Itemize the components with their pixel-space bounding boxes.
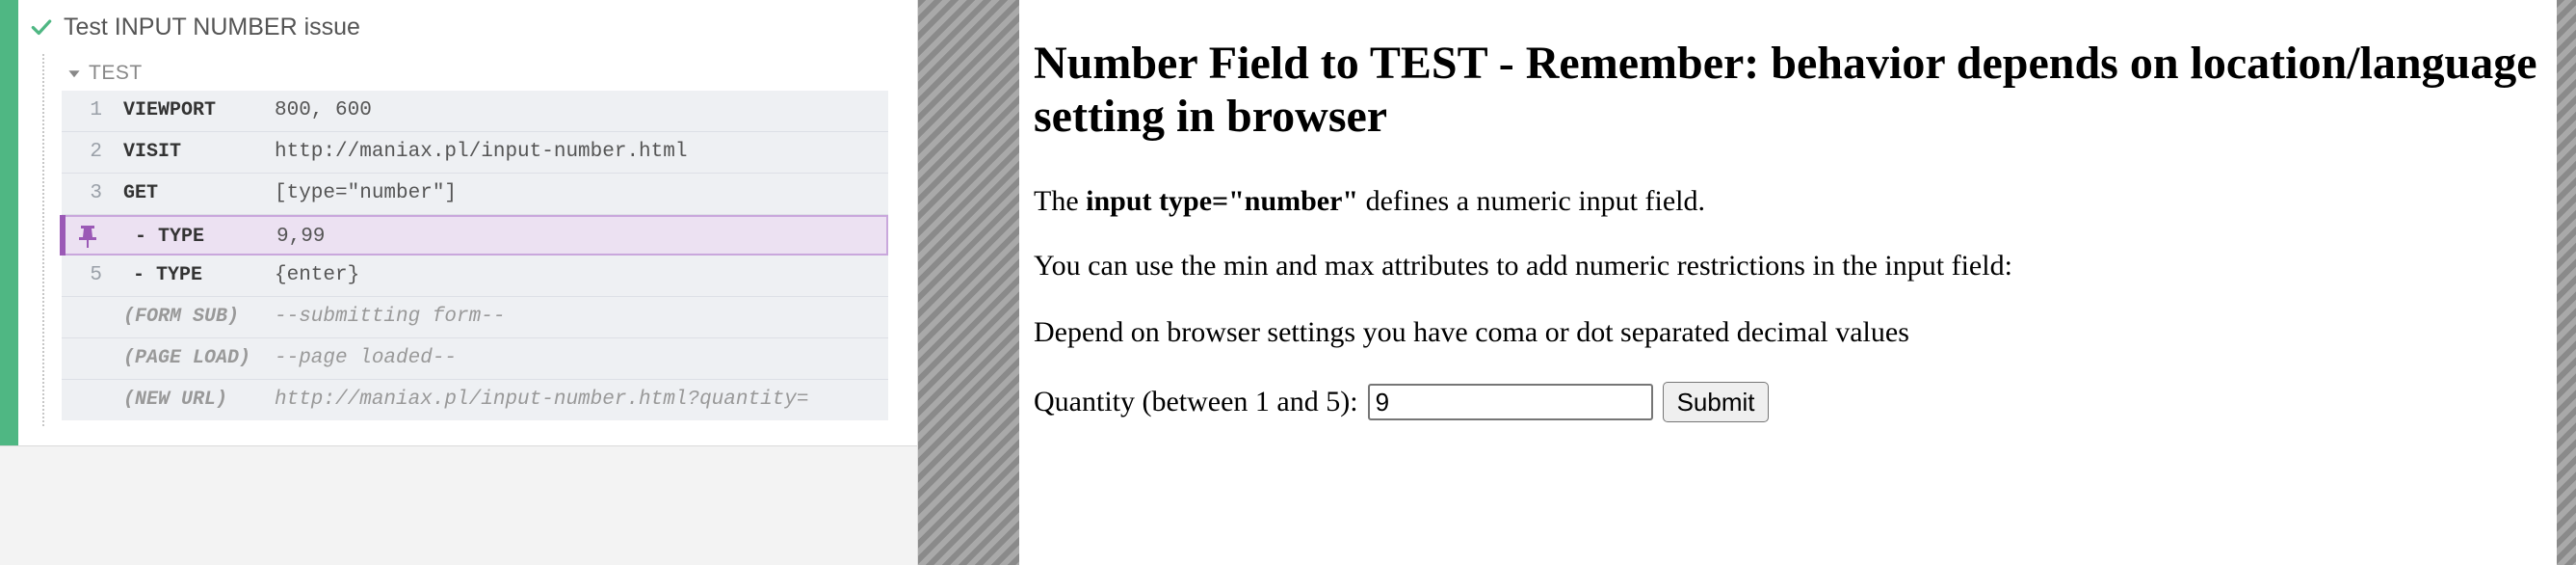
command-row[interactable]: 2 VISIT http://maniax.pl/input-number.ht… xyxy=(62,132,888,174)
intro-text-start: The xyxy=(1034,185,1087,217)
quantity-label: Quantity (between 1 and 5): xyxy=(1034,386,1358,417)
test-passed-indicator xyxy=(0,0,18,445)
command-message: {enter} xyxy=(275,264,360,286)
command-row[interactable]: 5 - TYPE {enter} xyxy=(62,256,888,297)
command-message: 800, 600 xyxy=(275,99,372,121)
command-number: 3 xyxy=(90,182,102,204)
caret-down-icon xyxy=(68,70,80,78)
event-message: http://maniax.pl/input-number.html?quant… xyxy=(275,389,809,411)
command-name: - TYPE xyxy=(135,226,205,248)
page-heading: Number Field to TEST - Remember: behavio… xyxy=(1034,38,2537,142)
command-message: 9,99 xyxy=(276,226,326,248)
test-panel: Test INPUT NUMBER issue TEST 1 VIEWPORT … xyxy=(0,0,917,446)
event-row-new-url[interactable]: (NEW URL) http://maniax.pl/input-number.… xyxy=(62,380,888,420)
event-row-page-load[interactable]: (PAGE LOAD) --page loaded-- xyxy=(62,338,888,380)
event-message: --submitting form-- xyxy=(275,306,506,328)
command-row-pinned[interactable]: - TYPE 9,99 xyxy=(60,215,888,256)
decimal-paragraph: Depend on browser settings you have coma… xyxy=(1034,316,1909,348)
pin-icon xyxy=(79,226,96,248)
viewport-edge xyxy=(2557,0,2576,565)
app-preview: Number Field to TEST - Remember: behavio… xyxy=(1019,0,2557,565)
event-name: (NEW URL) xyxy=(123,389,228,411)
test-title: Test INPUT NUMBER issue xyxy=(64,13,360,40)
command-message: http://maniax.pl/input-number.html xyxy=(275,141,688,163)
viewport-gutter xyxy=(918,0,1019,565)
command-list: 1 VIEWPORT 800, 600 2 VISIT http://mania… xyxy=(60,91,888,420)
hook-header[interactable]: TEST xyxy=(67,58,143,89)
check-icon xyxy=(31,19,52,36)
command-message: [type="number"] xyxy=(275,182,458,204)
command-name: GET xyxy=(123,182,159,204)
event-name: (FORM SUB) xyxy=(123,306,240,328)
command-number: 2 xyxy=(90,141,102,163)
command-name: VISIT xyxy=(123,141,182,163)
command-row[interactable]: 1 VIEWPORT 800, 600 xyxy=(62,91,888,132)
hook-title: TEST xyxy=(89,62,143,84)
event-row-form-submit[interactable]: (FORM SUB) --submitting form-- xyxy=(62,297,888,338)
command-name: - TYPE xyxy=(133,264,203,286)
event-name: (PAGE LOAD) xyxy=(123,347,251,369)
test-title-row[interactable]: Test INPUT NUMBER issue xyxy=(29,8,360,46)
min-max-paragraph: You can use the min and max attributes t… xyxy=(1034,250,2012,282)
command-number: 1 xyxy=(90,99,102,121)
command-name: VIEWPORT xyxy=(123,99,217,121)
quantity-input[interactable] xyxy=(1367,384,1653,420)
submit-button[interactable]: Submit xyxy=(1662,382,1770,422)
command-row[interactable]: 3 GET [type="number"] xyxy=(62,174,888,215)
intro-text-end: defines a numeric input field. xyxy=(1358,185,1705,217)
intro-bold-code: input type="number" xyxy=(1086,185,1359,217)
event-message: --page loaded-- xyxy=(275,347,458,369)
command-log-panel: Test INPUT NUMBER issue TEST 1 VIEWPORT … xyxy=(0,0,918,565)
hook-guide-line xyxy=(42,54,44,426)
quantity-form: Quantity (between 1 and 5): Submit xyxy=(1034,382,1770,422)
command-number: 5 xyxy=(90,264,102,286)
intro-paragraph: The input type="number" defines a numeri… xyxy=(1034,185,1705,218)
